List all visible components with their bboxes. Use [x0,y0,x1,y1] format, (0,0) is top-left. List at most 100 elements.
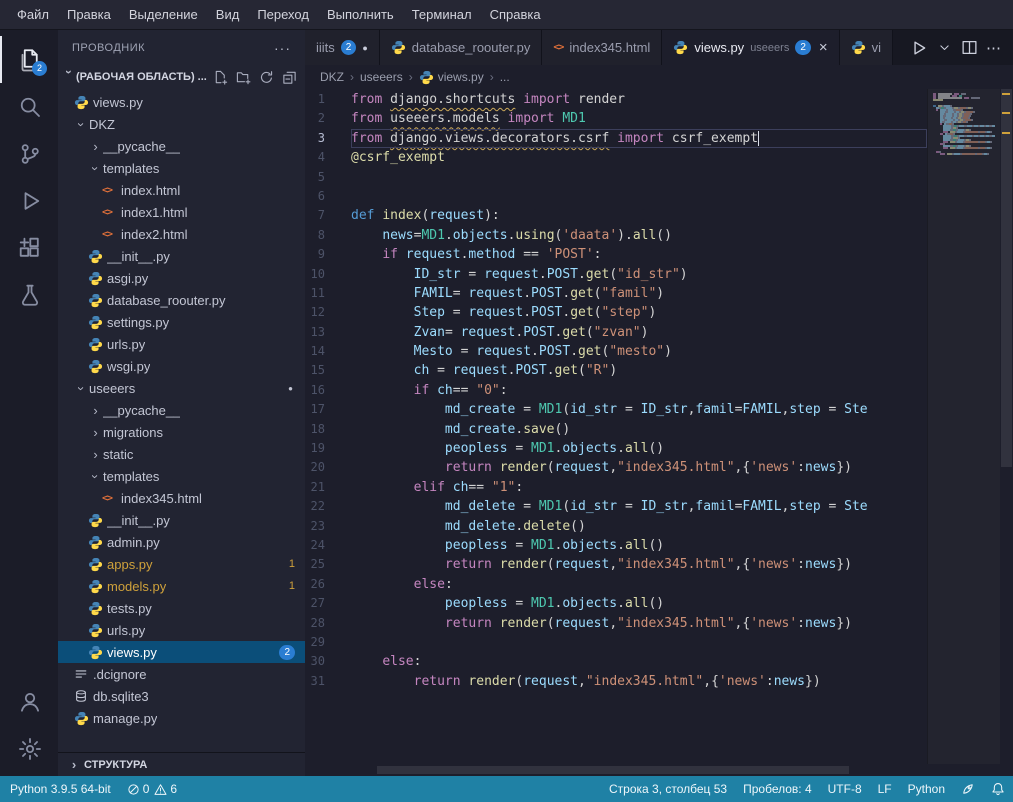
tree-file-tests-py[interactable]: tests.py [58,597,305,619]
menu-go[interactable]: Переход [248,0,318,29]
tree-file-urls-py[interactable]: urls.py [58,333,305,355]
tree-file-apps-py[interactable]: apps.py1 [58,553,305,575]
line-number[interactable]: 6 [305,187,351,206]
code-line[interactable]: 29 [305,633,927,652]
code-line[interactable]: 27 peopless = MD1.objects.all() [305,594,927,613]
minimap[interactable] [927,89,1000,764]
code-line[interactable]: 30 else: [305,652,927,671]
code-line[interactable]: 26 else: [305,575,927,594]
line-number[interactable]: 24 [305,536,351,555]
line-number[interactable]: 7 [305,206,351,225]
horizontal-scrollbar[interactable] [305,764,927,776]
activity-source-control[interactable] [0,130,58,177]
code-line[interactable]: 25 return render(request,"index345.html"… [305,555,927,574]
tab-vi[interactable]: vi [840,30,893,65]
editor-lines[interactable]: 1from django.shortcuts import render2fro… [305,89,927,764]
status-eol[interactable]: LF [870,776,900,802]
line-number[interactable]: 2 [305,109,351,128]
tree-file-init-py[interactable]: __init__.py [58,245,305,267]
code-line[interactable]: 23 md_delete.delete() [305,517,927,536]
line-number[interactable]: 10 [305,265,351,284]
split-editor-icon[interactable] [958,36,980,60]
vertical-scrollbar-thumb[interactable] [1001,89,1012,467]
tab-database-roouter-py[interactable]: database_roouter.py [380,30,543,65]
tab-iiits[interactable]: iiits2● [305,30,380,65]
workspace-section-header[interactable]: › (РАБОЧАЯ ОБЛАСТЬ) ... [58,65,305,89]
activity-testing[interactable] [0,271,58,318]
line-number[interactable]: 12 [305,303,351,322]
breadcrumb-item-views-py[interactable]: views.py [419,70,484,85]
code-line[interactable]: 1from django.shortcuts import render [305,90,927,109]
tree-folder-static[interactable]: ›static [58,443,305,465]
code-line[interactable]: 8 news=MD1.objects.using('daata').all() [305,226,927,245]
run-dropdown-icon[interactable] [933,36,955,60]
status-notifications[interactable] [983,776,1013,802]
menu-run[interactable]: Выполнить [318,0,403,29]
status-indentation[interactable]: Пробелов: 4 [735,776,820,802]
breadcrumb-item-dkz[interactable]: DKZ [320,70,344,84]
activity-explorer[interactable]: 2 [0,36,58,83]
menu-help[interactable]: Справка [481,0,550,29]
line-number[interactable]: 18 [305,420,351,439]
line-number[interactable]: 9 [305,245,351,264]
line-number[interactable]: 27 [305,594,351,613]
line-number[interactable]: 26 [305,575,351,594]
code-line[interactable]: 3from django.views.decorators.csrf impor… [305,129,927,148]
activity-search[interactable] [0,83,58,130]
code-line[interactable]: 14 Mesto = request.POST.get("mesto") [305,342,927,361]
collapse-all-icon[interactable] [279,67,299,87]
tree-file-index2-html[interactable]: <>index2.html [58,223,305,245]
tree-file-views-py[interactable]: views.py2 [58,641,305,663]
tree-file-models-py[interactable]: models.py1 [58,575,305,597]
tree-folder-useeers[interactable]: ›useeers● [58,377,305,399]
horizontal-scrollbar-thumb[interactable] [377,766,849,774]
tree-file-manage-py[interactable]: manage.py [58,707,305,729]
tab-index345-html[interactable]: <>index345.html [542,30,662,65]
line-number[interactable]: 16 [305,381,351,400]
new-file-icon[interactable] [210,67,230,87]
outline-section-header[interactable]: › СТРУКТУРА [58,752,305,776]
line-number[interactable]: 25 [305,555,351,574]
new-folder-icon[interactable] [233,67,253,87]
tree-file-admin-py[interactable]: admin.py [58,531,305,553]
tree-file-init-py[interactable]: __init__.py [58,509,305,531]
code-line[interactable]: 22 md_delete = MD1(id_str = ID_str,famil… [305,497,927,516]
status-cursor-position[interactable]: Строка 3, столбец 53 [599,776,735,802]
activity-extensions[interactable] [0,224,58,271]
tree-folder-templates[interactable]: ›templates [58,157,305,179]
code-line[interactable]: 13 Zvan= request.POST.get("zvan") [305,323,927,342]
line-number[interactable]: 29 [305,633,351,652]
tree-file-dcignore[interactable]: .dcignore [58,663,305,685]
tree-folder-pycache[interactable]: ›__pycache__ [58,399,305,421]
status-interpreter[interactable]: Python 3.9.5 64-bit [0,776,119,802]
tree-file-views-py[interactable]: views.py [58,91,305,113]
code-line[interactable]: 7def index(request): [305,206,927,225]
breadcrumb-item-item[interactable]: ... [500,70,510,84]
status-encoding[interactable]: UTF-8 [820,776,870,802]
line-number[interactable]: 21 [305,478,351,497]
line-number[interactable]: 4 [305,148,351,167]
refresh-icon[interactable] [256,67,276,87]
menu-terminal[interactable]: Терминал [403,0,481,29]
run-icon[interactable] [908,36,930,60]
code-line[interactable]: 21 elif ch== "1": [305,478,927,497]
status-feedback[interactable] [953,776,983,802]
code-line[interactable]: 24 peopless = MD1.objects.all() [305,536,927,555]
menu-edit[interactable]: Правка [58,0,120,29]
tree-folder-templates[interactable]: ›templates [58,465,305,487]
menu-view[interactable]: Вид [207,0,249,29]
line-number[interactable]: 28 [305,614,351,633]
activity-settings[interactable] [0,725,58,772]
tree-file-asgi-py[interactable]: asgi.py [58,267,305,289]
code-line[interactable]: 17 md_create = MD1(id_str = ID_str,famil… [305,400,927,419]
tree-folder-dkz[interactable]: ›DKZ [58,113,305,135]
code-line[interactable]: 2from useeers.models import MD1 [305,109,927,128]
menu-selection[interactable]: Выделение [120,0,207,29]
status-language-mode[interactable]: Python [900,776,953,802]
line-number[interactable]: 8 [305,226,351,245]
tab-views-py[interactable]: views.pyuseeers2× [662,30,839,65]
line-number[interactable]: 20 [305,458,351,477]
close-icon[interactable]: × [819,40,828,55]
line-number[interactable]: 30 [305,652,351,671]
code-line[interactable]: 12 Step = request.POST.get("step") [305,303,927,322]
